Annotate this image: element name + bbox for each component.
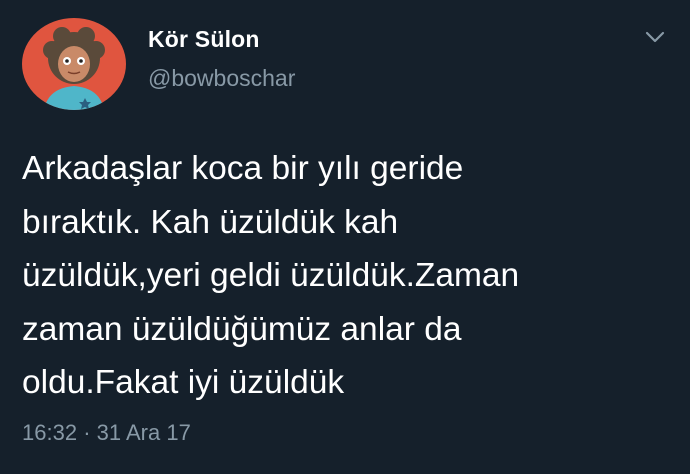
author-handle[interactable]: @bowboschar bbox=[148, 65, 295, 92]
tweet-text: Arkadaşlar koca bir yılı geride bıraktık… bbox=[22, 142, 672, 410]
chevron-down-icon[interactable] bbox=[644, 26, 666, 48]
tweet-card: Kör Sülon @bowboschar Arkadaşlar koca bi… bbox=[0, 0, 690, 474]
tweet-text-line: oldu.Fakat iyi üzüldük bbox=[22, 364, 345, 401]
tweet-text-line: bıraktık. Kah üzüldük kah bbox=[22, 203, 399, 241]
meta-separator: · bbox=[83, 420, 91, 445]
avatar[interactable] bbox=[22, 18, 126, 110]
tweet-date: 31 Ara 17 bbox=[96, 420, 191, 445]
tweet-text-line: Arkadaşlar koca bir yılı geride bbox=[22, 150, 464, 187]
tweet-time: 16:32 bbox=[22, 420, 78, 445]
tweet-text-line: üzüldük,yeri geldi üzüldük.Zaman bbox=[22, 257, 520, 294]
cartoon-avatar-icon bbox=[22, 18, 126, 110]
tweet-timestamp[interactable]: 16:32 · 31 Ara 17 bbox=[22, 420, 191, 446]
author-display-name[interactable]: Kör Sülon bbox=[148, 26, 260, 53]
tweet-text-line: zaman üzüldüğümüz anlar da bbox=[22, 310, 462, 348]
